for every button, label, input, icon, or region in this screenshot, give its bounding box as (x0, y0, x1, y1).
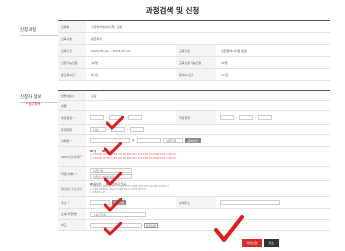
agree-label: 개인정보 수집 동의 (58, 181, 86, 196)
org-select[interactable]: 소속을선택 (90, 212, 146, 217)
phone-prefix-select[interactable]: 선택 (90, 127, 106, 132)
check-mark-icon (104, 222, 122, 236)
apply-button[interactable]: 과정신청 (242, 239, 262, 247)
course-period-label: 교육기간 (58, 45, 86, 56)
company-phone-input-3[interactable] (258, 115, 272, 120)
section-course-title: 신청과정 (20, 27, 62, 36)
org-label: 소속(직장명) (58, 209, 86, 219)
form-row-phone: 휴대전화 선택 - - (58, 125, 330, 135)
email-domain-select[interactable]: 직접입력 (163, 138, 183, 143)
sms-label: SMS수신동의여부 * (58, 147, 86, 166)
company-phone-input-1[interactable] (220, 115, 234, 120)
cancel-button[interactable]: 취소 (264, 239, 279, 247)
birth-dash-2: - (125, 115, 127, 119)
form-row-agree: 개인정보 수집 동의 동의함 동의하지 않음 ※ 개인정보 수집에 대해 동의 … (58, 181, 330, 197)
sms-agree-radio[interactable]: 예 (90, 149, 96, 153)
page-title: 과정검색 및 신청 (145, 6, 200, 15)
course-hours2-value: 1시간 (221, 72, 229, 77)
course-capacity2-value: 30명 (221, 60, 228, 65)
birth-year-input[interactable] (90, 115, 104, 120)
email-at: @ (132, 138, 135, 142)
etc-label: 비고 (58, 220, 86, 230)
check-mark-icon (104, 172, 122, 186)
address-label: 주소 * (58, 197, 86, 208)
course-name-label: 교육명 (58, 21, 86, 32)
phone-label: 휴대전화 (58, 125, 86, 134)
company-phone-input-2[interactable] (239, 115, 253, 120)
form-row-job: 직업(세부) * 직업선택 직업을 선택하세요 (58, 167, 330, 181)
form-row-sms: SMS수신동의여부 * 예 아니오 ※ 수신동의를 하지 않으실 경우 교육 관련… (58, 147, 330, 167)
address-detail-input[interactable] (220, 200, 280, 205)
birth-day-input[interactable] (128, 115, 142, 120)
course-row-hours: 총교육시간 8시간 총이수시간 1시간 (58, 69, 330, 81)
course-period-value: 2024.03.14 ~ 2024.03.14 (91, 48, 130, 53)
email-check-button[interactable]: 중복확인 (185, 138, 201, 143)
job-label: 직업(세부) * (58, 167, 86, 180)
check-mark-icon (214, 215, 244, 242)
name-label: 성명(필수) (58, 91, 86, 100)
form-row-name: 성명(필수) 홍길 (58, 91, 330, 101)
course-row-name: 교육명 구급처치법(비수학) 교육 (58, 21, 330, 33)
check-mark-icon (104, 198, 122, 212)
gender-label: 성별 (58, 101, 86, 110)
sms-note-2: ※ 수신동의를 하지 않으실 경우 교육 관련 알림 서비스 및 교육신청 결과… (90, 158, 177, 160)
address-detail-label: 상세주소 (176, 197, 216, 208)
form-row-org: 소속(직장명) 소속을선택 (58, 209, 330, 220)
course-row-capacity: 신청가능인원 30명 교육신청가능인원 30명 (58, 57, 330, 69)
company-phone-dash-2: - (255, 115, 257, 119)
course-row-period: 교육기간 2024.03.14 ~ 2024.03.14 교육기관 인천광역시지… (58, 45, 330, 57)
email-domain-input[interactable] (137, 138, 161, 143)
required-note: * 필수항목 (26, 102, 41, 106)
check-mark-icon (104, 142, 122, 156)
form-row-address: 주소 * 우편번호 상세주소 (58, 197, 330, 209)
form-row-etc: 비고 파일첨부 (58, 220, 330, 231)
phone-last-input[interactable] (130, 127, 144, 132)
email-label: 이메일 * (58, 135, 86, 146)
etc-file-button[interactable]: 파일첨부 (144, 223, 158, 228)
form-row-birth: 생년월일 * - - 직장전화 - - (58, 111, 330, 125)
name-value: 홍길 (91, 93, 97, 98)
course-capacity-label: 신청가능인원 (58, 57, 86, 68)
company-phone-label: 직장전화 (176, 111, 216, 124)
course-capacity-value: 30명 (91, 60, 98, 65)
agree-note-3: ※ 보유기간: 5년 (90, 192, 105, 194)
form-row-gender: 성별 (58, 101, 330, 111)
course-name-value: 구급처치법(비수학) 교육 (91, 24, 122, 29)
course-hours2-label: 총이수시간 (176, 69, 216, 80)
course-type-label: 교육구분 (58, 33, 86, 44)
check-mark-icon (106, 116, 124, 130)
course-capacity2-label: 교육신청가능인원 (176, 57, 216, 68)
birth-label: 생년월일 * (58, 111, 86, 124)
course-org-label: 교육기관 (176, 45, 216, 56)
course-info-table: 교육명 구급처치법(비수학) 교육 교육구분 응급처치 교육기간 2024.03… (58, 20, 330, 86)
course-type-value: 응급처치 (91, 36, 103, 41)
course-hours-value: 8시간 (91, 72, 99, 77)
form-row-email: 이메일 * @ 직접입력 중복확인 (58, 135, 330, 147)
course-org-value: 인천광역시지원 본원 (221, 48, 247, 53)
company-phone-dash-1: - (236, 115, 238, 119)
course-hours-label: 총교육시간 (58, 69, 86, 80)
applicant-form: 성명(필수) 홍길 성별 생년월일 * - - 직장전화 - - 휴대전화 선택 … (58, 90, 330, 231)
course-row-type: 교육구분 응급처치 (58, 33, 330, 45)
phone-dash-2: - (127, 127, 129, 131)
